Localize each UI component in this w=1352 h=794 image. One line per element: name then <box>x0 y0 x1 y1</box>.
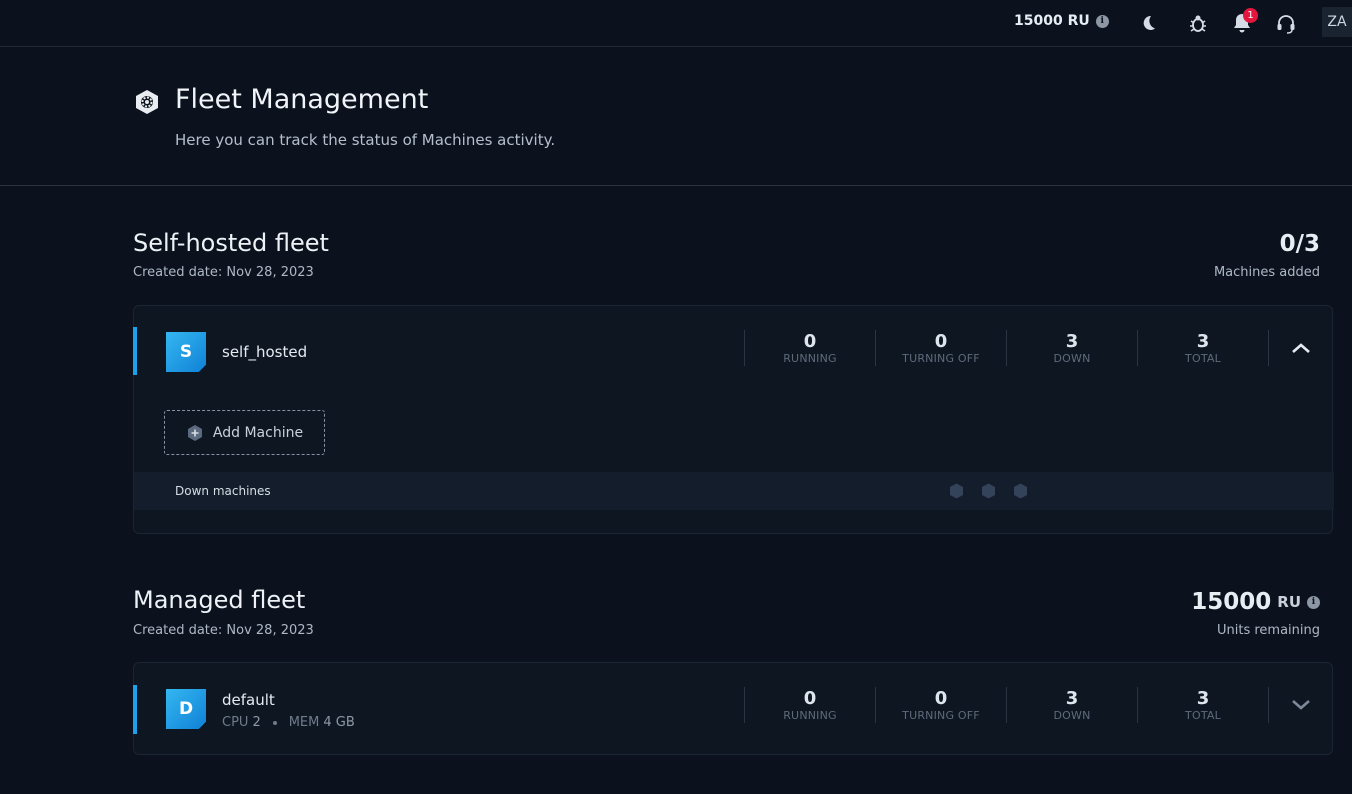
mem-value: 4 GB <box>323 715 355 730</box>
down-machine-icons <box>949 483 1028 499</box>
turning-off-label: TURNING OFF <box>902 351 980 365</box>
turning-off-label: TURNING OFF <box>902 708 980 722</box>
running-label: RUNNING <box>783 708 837 722</box>
machine-hexagon-icon[interactable] <box>949 483 964 499</box>
mem-label: MEM <box>288 715 320 730</box>
down-machines-row: Down machines <box>134 472 1334 510</box>
units-value: 15000 <box>1191 589 1272 615</box>
machines-added-label: Machines added <box>1213 265 1320 280</box>
headset-icon <box>1277 15 1295 34</box>
turning-off-count: 0 TURNING OFF <box>875 687 1006 723</box>
running-count: 0 RUNNING <box>744 687 875 723</box>
down-count: 3 DOWN <box>1006 330 1137 366</box>
add-machine-label: Add Machine <box>212 424 304 441</box>
bug-report-button[interactable] <box>1185 10 1211 36</box>
card-accent-bar <box>133 685 137 734</box>
running-value: 0 <box>803 330 817 352</box>
add-machine-button[interactable]: Add Machine <box>164 410 325 455</box>
down-machines-label: Down machines <box>175 484 271 498</box>
top-bar: 15000 RU i 1 ZA <box>0 0 1352 47</box>
info-icon[interactable]: i <box>1095 14 1109 28</box>
support-button[interactable] <box>1273 10 1299 36</box>
fleet-specs: CPU 2 MEM 4 GB <box>222 715 355 730</box>
fleet-avatar: S <box>166 332 206 372</box>
total-count: 3 TOTAL <box>1137 687 1268 723</box>
managed-created-date: Created date: Nov 28, 2023 <box>133 623 314 638</box>
fleet-avatar: D <box>166 689 206 729</box>
total-count: 3 TOTAL <box>1137 330 1268 366</box>
down-value: 3 <box>1065 330 1079 352</box>
down-value: 3 <box>1065 687 1079 709</box>
cpu-value: 2 <box>252 715 261 730</box>
turning-off-count: 0 TURNING OFF <box>875 330 1006 366</box>
running-label: RUNNING <box>783 351 837 365</box>
down-label: DOWN <box>1053 351 1091 365</box>
units-unit: RU <box>1277 593 1301 611</box>
units-remaining-label: Units remaining <box>1216 623 1320 638</box>
spec-separator <box>272 720 277 725</box>
notification-count-badge: 1 <box>1243 8 1258 23</box>
total-label: TOTAL <box>1185 351 1221 365</box>
self-hosted-section-title: Self-hosted fleet <box>133 229 329 257</box>
total-value: 3 <box>1196 687 1210 709</box>
theme-toggle-button[interactable] <box>1135 10 1161 36</box>
total-value: 3 <box>1196 330 1210 352</box>
fleet-counts: 0 RUNNING 0 TURNING OFF 3 DOWN 3 TOTAL <box>744 687 1332 723</box>
machine-hexagon-icon[interactable] <box>1013 483 1028 499</box>
turning-off-value: 0 <box>934 330 948 352</box>
chevron-down-icon <box>1291 700 1310 710</box>
running-value: 0 <box>803 687 817 709</box>
gear-icon <box>136 90 158 114</box>
running-count: 0 RUNNING <box>744 330 875 366</box>
user-avatar[interactable]: ZA <box>1322 7 1352 37</box>
fleet-name: default <box>222 691 275 709</box>
down-count: 3 DOWN <box>1006 687 1137 723</box>
self-hosted-fleet-card: S self_hosted 0 RUNNING 0 TURNING OFF 3 … <box>133 305 1334 534</box>
credits-value: 15000 RU <box>1014 13 1090 29</box>
page-subtitle: Here you can track the status of Machine… <box>175 131 556 149</box>
expand-toggle[interactable] <box>1268 687 1332 723</box>
chevron-up-icon <box>1291 343 1310 353</box>
cpu-label: CPU <box>222 715 249 730</box>
managed-section-title: Managed fleet <box>133 586 306 614</box>
info-icon[interactable]: i <box>1307 595 1320 609</box>
machine-hexagon-icon[interactable] <box>981 483 996 499</box>
notifications-button[interactable]: 1 <box>1229 8 1258 36</box>
add-hexagon-icon <box>187 424 202 441</box>
fleet-counts: 0 RUNNING 0 TURNING OFF 3 DOWN 3 TOTAL <box>744 330 1332 366</box>
moon-icon <box>1143 15 1155 30</box>
card-accent-bar <box>133 327 137 375</box>
page-title: Fleet Management <box>175 84 429 115</box>
fleet-name: self_hosted <box>222 343 308 361</box>
self-hosted-created-date: Created date: Nov 28, 2023 <box>133 265 314 280</box>
machines-added-count: 0/3 <box>1280 231 1320 257</box>
turning-off-value: 0 <box>934 687 948 709</box>
managed-fleet-card: D default CPU 2 MEM 4 GB 0 RUNNING 0 TUR… <box>133 662 1333 755</box>
down-label: DOWN <box>1053 708 1091 722</box>
credits-display[interactable]: 15000 RU i <box>1014 13 1109 29</box>
page-header <box>0 48 1352 186</box>
collapse-toggle[interactable] <box>1268 330 1332 366</box>
units-remaining-display: 15000 RU i <box>1191 589 1320 615</box>
bug-icon <box>1190 15 1206 32</box>
machines-added-value: 0/3 <box>1279 231 1320 257</box>
total-label: TOTAL <box>1185 708 1221 722</box>
